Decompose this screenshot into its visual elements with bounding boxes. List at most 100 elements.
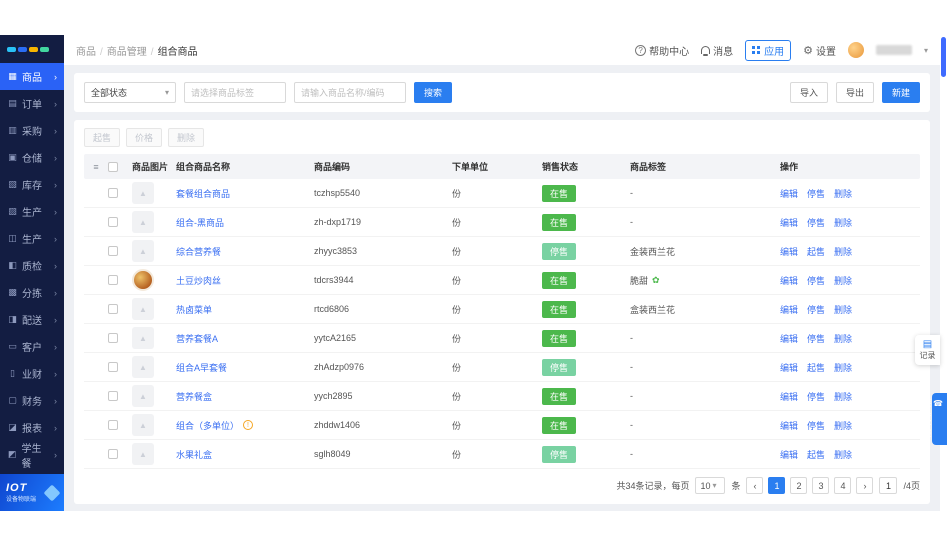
operation-link[interactable]: 停售 [807, 274, 825, 287]
row-checkbox[interactable] [108, 362, 118, 372]
scrollbar-thumb[interactable] [941, 37, 946, 77]
operation-link[interactable]: 编辑 [780, 303, 798, 316]
export-button[interactable]: 导出 [836, 82, 874, 103]
operation-link[interactable]: 删除 [834, 448, 852, 461]
search-button[interactable]: 搜索 [414, 82, 452, 103]
sidebar-item-8[interactable]: ◧质检› [0, 252, 64, 279]
bulk-button-1[interactable]: 起售 [84, 128, 120, 147]
product-name-link[interactable]: 组合-黑商品 [176, 216, 224, 229]
operation-link[interactable]: 删除 [834, 216, 852, 229]
import-button[interactable]: 导入 [790, 82, 828, 103]
operation-link[interactable]: 删除 [834, 332, 852, 345]
bulk-button-2[interactable]: 价格 [126, 128, 162, 147]
product-image-cell: ▲ [128, 182, 172, 204]
row-checkbox[interactable] [108, 420, 118, 430]
product-name-link[interactable]: 营养套餐A [176, 332, 218, 345]
row-checkbox[interactable] [108, 275, 118, 285]
sidebar-item-7[interactable]: ◫生产› [0, 225, 64, 252]
operation-link[interactable]: 编辑 [780, 216, 798, 229]
operation-link[interactable]: 编辑 [780, 361, 798, 374]
row-checkbox[interactable] [108, 449, 118, 459]
sidebar-item-13[interactable]: ▢财务› [0, 387, 64, 414]
sidebar-item-2[interactable]: ▤订单› [0, 90, 64, 117]
operation-link[interactable]: 停售 [807, 390, 825, 403]
operation-link[interactable]: 删除 [834, 245, 852, 258]
contact-service-tab[interactable]: ☎ 联系客服 [932, 393, 947, 445]
product-name-link[interactable]: 水果礼盒 [176, 448, 212, 461]
breadcrumb-item[interactable]: 商品 [76, 47, 96, 58]
operation-link[interactable]: 编辑 [780, 274, 798, 287]
page-jump-input[interactable] [879, 477, 897, 494]
operation-link[interactable]: 停售 [807, 303, 825, 316]
sidebar-item-9[interactable]: ▩分拣› [0, 279, 64, 306]
bulk-button-3[interactable]: 删除 [168, 128, 204, 147]
operation-link[interactable]: 编辑 [780, 332, 798, 345]
create-button[interactable]: 新建 [882, 82, 920, 103]
operation-link[interactable]: 删除 [834, 274, 852, 287]
sidebar-item-4[interactable]: ▣仓储› [0, 144, 64, 171]
row-checkbox[interactable] [108, 391, 118, 401]
operation-link[interactable]: 删除 [834, 419, 852, 432]
product-name-link[interactable]: 综合营养餐 [176, 245, 221, 258]
product-name-link[interactable]: 套餐组合商品 [176, 187, 230, 200]
page-button-1[interactable]: 1 [768, 477, 785, 494]
main-content: 全部状态 ▾ 搜索 导入 导出 新建 起售价格删除 ≡商品图片组合商品名称商品编… [64, 65, 940, 511]
page-button-2[interactable]: 2 [790, 477, 807, 494]
keyword-search-input[interactable] [294, 82, 406, 103]
sidebar-item-11[interactable]: ▭客户› [0, 333, 64, 360]
row-checkbox[interactable] [108, 246, 118, 256]
product-name-link[interactable]: 土豆炒肉丝 [176, 274, 221, 287]
messages-button[interactable]: 消息 [701, 43, 733, 58]
select-all-checkbox[interactable] [108, 162, 118, 172]
prev-page-button[interactable]: ‹ [746, 477, 763, 494]
operation-link[interactable]: 停售 [807, 187, 825, 200]
sidebar-item-label: 采购 [22, 123, 42, 138]
row-checkbox[interactable] [108, 217, 118, 227]
sidebar-item-12[interactable]: ▯业财› [0, 360, 64, 387]
product-name-link[interactable]: 营养餐盒 [176, 390, 212, 403]
operation-link[interactable]: 停售 [807, 419, 825, 432]
sidebar-item-5[interactable]: ▧库存› [0, 171, 64, 198]
tag-select-input[interactable] [184, 82, 286, 103]
operation-link[interactable]: 起售 [807, 361, 825, 374]
sidebar-item-6[interactable]: ▨生产› [0, 198, 64, 225]
operation-link[interactable]: 编辑 [780, 245, 798, 258]
help-center-button[interactable]: ? 帮助中心 [635, 43, 689, 58]
operation-link[interactable]: 编辑 [780, 187, 798, 200]
operation-link[interactable]: 删除 [834, 187, 852, 200]
column-settings-icon[interactable]: ≡ [84, 162, 104, 172]
sidebar-item-label: 生产 [22, 204, 42, 219]
operation-link[interactable]: 编辑 [780, 448, 798, 461]
sidebar-item-1[interactable]: ▦商品› [0, 63, 64, 90]
sidebar-item-10[interactable]: ◨配送› [0, 306, 64, 333]
operation-link[interactable]: 起售 [807, 245, 825, 258]
apps-button[interactable]: 应用 [745, 40, 791, 61]
operation-link[interactable]: 删除 [834, 361, 852, 374]
breadcrumb-item[interactable]: 商品管理 [107, 47, 147, 58]
operation-link[interactable]: 起售 [807, 448, 825, 461]
sidebar-item-3[interactable]: ▥采购› [0, 117, 64, 144]
next-page-button[interactable]: › [856, 477, 873, 494]
operation-link[interactable]: 编辑 [780, 419, 798, 432]
operation-link[interactable]: 编辑 [780, 390, 798, 403]
sidebar-item-15[interactable]: ◩学生餐› [0, 441, 64, 468]
operation-link[interactable]: 删除 [834, 390, 852, 403]
row-checkbox[interactable] [108, 333, 118, 343]
status-select[interactable]: 全部状态 ▾ [84, 82, 176, 103]
page-button-3[interactable]: 3 [812, 477, 829, 494]
row-checkbox[interactable] [108, 304, 118, 314]
operation-link[interactable]: 停售 [807, 216, 825, 229]
product-name-link[interactable]: 组合（多单位） [176, 419, 239, 432]
page-button-4[interactable]: 4 [834, 477, 851, 494]
product-name-link[interactable]: 热卤菜单 [176, 303, 212, 316]
avatar[interactable] [848, 42, 864, 58]
operation-link[interactable]: 停售 [807, 332, 825, 345]
row-checkbox[interactable] [108, 188, 118, 198]
product-name-link[interactable]: 组合A早套餐 [176, 361, 227, 374]
page-size-select[interactable]: 10 ▾ [695, 477, 725, 494]
record-floating-tab[interactable]: ▤ 记录 [915, 335, 940, 365]
sidebar-item-14[interactable]: ◪报表› [0, 414, 64, 441]
settings-button[interactable]: ⚙ 设置 [803, 43, 836, 58]
chevron-down-icon[interactable]: ▾ [924, 46, 928, 55]
operation-link[interactable]: 删除 [834, 303, 852, 316]
